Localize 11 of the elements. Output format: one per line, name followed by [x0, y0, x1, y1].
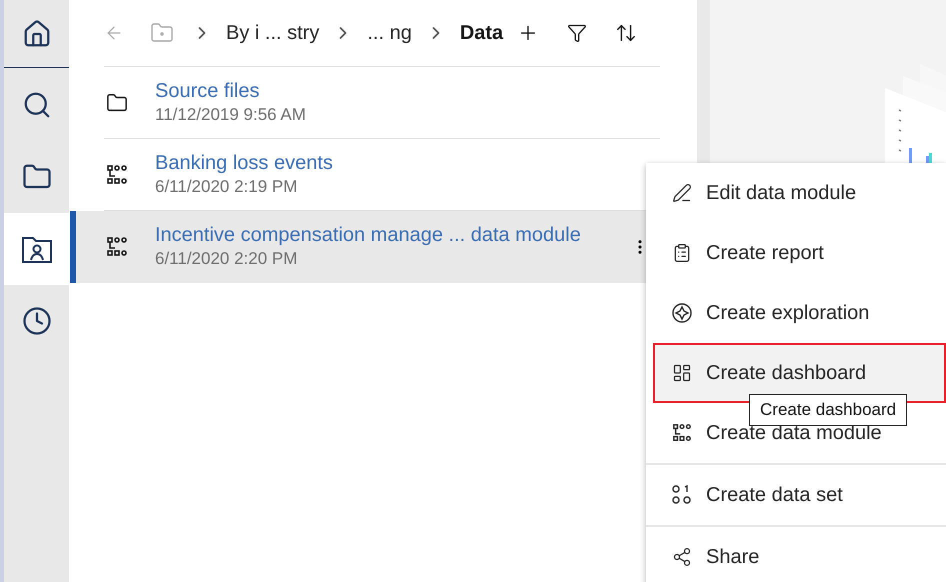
breadcrumb-link[interactable]: ... ng: [367, 22, 412, 44]
item-title-link[interactable]: Incentive compensation manage ... data module: [155, 224, 581, 247]
tooltip: Create dashboard: [749, 394, 908, 426]
item-date: 6/11/2020 2:19 PM: [155, 177, 298, 197]
item-title-link[interactable]: Source files: [155, 80, 306, 103]
menu-item[interactable]: Create dashboard: [653, 343, 946, 403]
item-date: 11/12/2019 9:56 AM: [155, 105, 306, 125]
item-title-link[interactable]: Banking loss events: [155, 152, 333, 175]
breadcrumb-current: Data: [460, 22, 504, 44]
item-date: 6/11/2020 2:20 PM: [155, 249, 298, 269]
breadcrumb-link[interactable]: By i ... stry: [226, 22, 320, 44]
